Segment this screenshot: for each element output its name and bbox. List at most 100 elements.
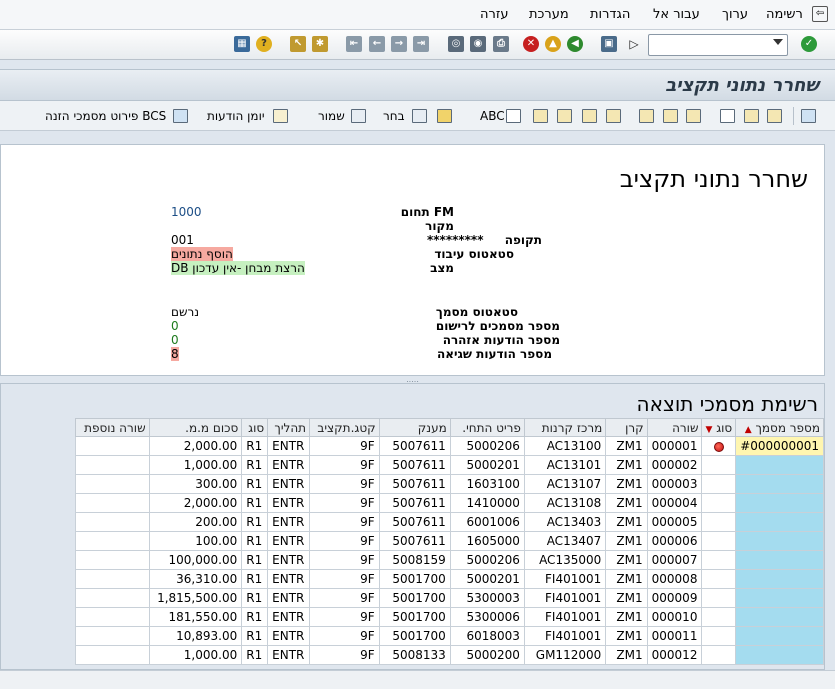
commitment-item-cell[interactable]: 5000201 [449, 569, 525, 589]
table-row[interactable]: #000000001 000001 ZM1 AC13100 5000206 5007611… [75, 436, 824, 456]
details-icon[interactable] [639, 109, 654, 123]
table-row[interactable]: 000006 ZM1 AC13407 1605000 5007611 9F ENTR R1 10… [75, 531, 824, 551]
col-header-commitment-item[interactable]: פריט התחי. [449, 418, 525, 437]
budget-category-cell[interactable]: 9F [309, 588, 380, 608]
enter-icon[interactable]: ✓ [801, 36, 817, 52]
status-cell[interactable] [701, 436, 737, 456]
funds-center-cell[interactable]: FI401001 [523, 569, 607, 589]
process-cell[interactable]: ENTR [267, 569, 311, 589]
budget-category-cell[interactable]: 9F [309, 569, 380, 589]
next-page-icon[interactable]: → [391, 36, 407, 52]
amount-cell[interactable]: 1,815,500.00 [148, 588, 243, 608]
col-header-funds-center[interactable]: מרכז קרנות [523, 418, 607, 437]
save-layout-icon[interactable] [351, 109, 366, 123]
commitment-item-cell[interactable]: 5000206 [449, 550, 525, 570]
type-cell[interactable]: R1 [241, 645, 269, 665]
grant-cell[interactable]: 5001700 [378, 588, 451, 608]
col-header-grant[interactable]: מענק [378, 418, 451, 437]
doc-number-cell[interactable] [735, 455, 824, 475]
type-cell[interactable]: R1 [241, 531, 269, 551]
funds-center-cell[interactable]: AC13101 [523, 455, 607, 475]
commitment-item-cell[interactable]: 6018003 [449, 626, 525, 646]
new-session-icon[interactable]: ↖ [290, 36, 306, 52]
process-cell[interactable]: ENTR [267, 626, 311, 646]
filter-set-icon[interactable] [744, 109, 759, 123]
process-cell[interactable]: ENTR [267, 645, 311, 665]
type-cell[interactable]: R1 [241, 588, 269, 608]
menu-item-help[interactable]: עזרה [480, 7, 508, 22]
doc-number-cell[interactable] [735, 569, 824, 589]
extra-line-cell[interactable] [75, 436, 150, 456]
col-header-type[interactable]: סוג [241, 418, 269, 437]
type-cell[interactable]: R1 [241, 455, 269, 475]
budget-category-cell[interactable]: 9F [309, 607, 380, 627]
export-icon[interactable] [606, 109, 621, 123]
funds-center-cell[interactable]: AC13108 [523, 493, 607, 513]
status-cell[interactable] [701, 493, 737, 513]
amount-cell[interactable]: 200.00 [148, 512, 243, 532]
type-cell[interactable]: R1 [241, 550, 269, 570]
fund-cell[interactable]: ZM1 [605, 531, 648, 551]
col-header-extra-line[interactable]: שורה נוספת [75, 418, 150, 437]
grid-icon[interactable] [437, 109, 452, 123]
amount-cell[interactable]: 181,550.00 [148, 607, 243, 627]
sum-icon[interactable] [686, 109, 701, 123]
status-cell[interactable] [701, 474, 737, 494]
grant-cell[interactable]: 5008159 [378, 550, 451, 570]
process-cell[interactable]: ENTR [267, 531, 311, 551]
funds-center-cell[interactable]: AC13100 [523, 436, 607, 456]
budget-category-cell[interactable]: 9F [309, 645, 380, 665]
table-row[interactable]: 000011 ZM1 FI401001 6018003 5001700 9F ENTR R1 1… [75, 626, 824, 646]
extra-line-cell[interactable] [75, 607, 150, 627]
status-cell[interactable] [701, 569, 737, 589]
status-cell[interactable] [701, 455, 737, 475]
process-cell[interactable]: ENTR [267, 455, 311, 475]
funds-center-cell[interactable]: FI401001 [523, 607, 607, 627]
extra-line-cell[interactable] [75, 588, 150, 608]
type-cell[interactable]: R1 [241, 607, 269, 627]
fund-cell[interactable]: ZM1 [605, 588, 648, 608]
doc-number-cell[interactable] [735, 626, 824, 646]
commitment-item-cell[interactable]: 1410000 [449, 493, 525, 513]
commitment-item-cell[interactable]: 6001006 [449, 512, 525, 532]
budget-category-cell[interactable]: 9F [309, 626, 380, 646]
magnifier-icon[interactable] [801, 109, 816, 123]
amount-cell[interactable]: 100,000.00 [148, 550, 243, 570]
table-row[interactable]: 000009 ZM1 FI401001 5300003 5001700 9F ENTR R1 1… [75, 588, 824, 608]
first-page-icon[interactable]: ⇤ [346, 36, 362, 52]
funds-center-cell[interactable]: FI401001 [523, 626, 607, 646]
extra-line-cell[interactable] [75, 626, 150, 646]
play-icon[interactable]: ▷ [626, 36, 642, 52]
subtotal-icon[interactable] [663, 109, 678, 123]
menu-item-edit[interactable]: ערוך [722, 7, 748, 22]
line-cell[interactable]: 000009 [646, 588, 703, 608]
type-cell[interactable]: R1 [241, 436, 269, 456]
cancel-icon[interactable]: ✕ [523, 36, 539, 52]
amount-cell[interactable]: 10,893.00 [148, 626, 243, 646]
col-header-status[interactable]: סוג ▼ [701, 418, 737, 437]
choose-icon[interactable] [412, 109, 427, 123]
col-header-doc-number[interactable]: מספר מסמך ▲ [735, 418, 824, 437]
process-cell[interactable]: ENTR [267, 474, 311, 494]
funds-center-cell[interactable]: FI401001 [523, 588, 607, 608]
line-cell[interactable]: 000012 [646, 645, 703, 665]
col-header-budget-category[interactable]: קטג.תקציב [309, 418, 380, 437]
grant-cell[interactable]: 5007611 [378, 474, 451, 494]
funds-center-cell[interactable]: AC135000 [523, 550, 607, 570]
doc-number-cell[interactable] [735, 645, 824, 665]
doc-number-cell[interactable]: #000000001 [735, 436, 824, 456]
col-header-fund[interactable]: קרן [605, 418, 648, 437]
grant-cell[interactable]: 5007611 [378, 455, 451, 475]
status-cell[interactable] [701, 550, 737, 570]
fund-cell[interactable]: ZM1 [605, 474, 648, 494]
funds-center-cell[interactable]: AC13107 [523, 474, 607, 494]
exit-icon[interactable]: ⇦ [812, 6, 828, 22]
process-cell[interactable]: ENTR [267, 607, 311, 627]
command-field[interactable] [648, 34, 788, 56]
table-row[interactable]: 000005 ZM1 AC13403 6001006 5007611 9F ENTR R1 20… [75, 512, 824, 532]
message-log-button[interactable]: יומן הודעות [207, 109, 265, 123]
table-row[interactable]: 000003 ZM1 AC13107 1603100 5007611 9F ENTR R1 30… [75, 474, 824, 494]
line-cell[interactable]: 000006 [646, 531, 703, 551]
budget-category-cell[interactable]: 9F [309, 455, 380, 475]
last-page-icon[interactable]: ⇥ [413, 36, 429, 52]
